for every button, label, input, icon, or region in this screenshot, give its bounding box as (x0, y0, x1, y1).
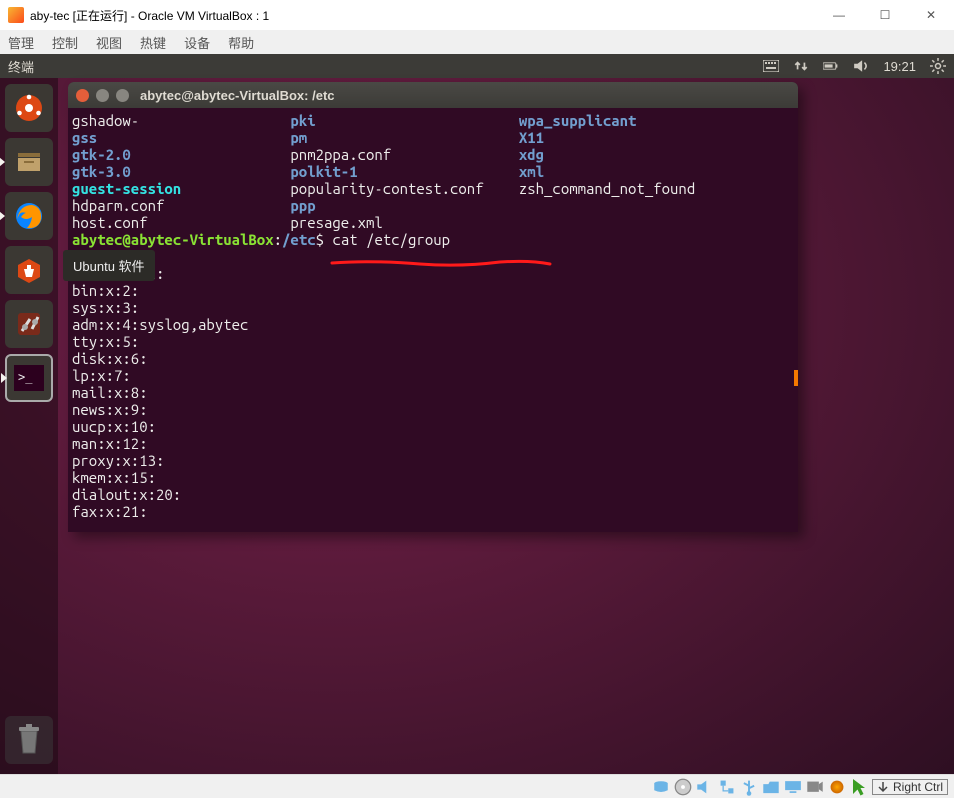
status-net-icon[interactable] (718, 779, 736, 795)
menu-hotkeys[interactable]: 热键 (140, 33, 166, 52)
ls-output-row: gshadow-gssgtk-2.0gtk-3.0guest-sessionhd… (72, 112, 794, 231)
prompt-command: cat /etc/group (332, 231, 450, 248)
ubuntu-topbar: 终端 19:21 (0, 54, 954, 78)
vbox-menubar: 管理 控制 视图 热键 设备 帮助 (0, 30, 954, 54)
output-line: uucp:x:10: (72, 418, 794, 435)
ls-entry: guest-session (72, 180, 282, 197)
output-line: fax:x:21: (72, 503, 794, 520)
status-hdd-icon[interactable] (652, 779, 670, 795)
status-seamless-icon[interactable] (828, 779, 846, 795)
launcher-trash[interactable] (5, 716, 53, 764)
gear-icon[interactable] (930, 59, 946, 73)
cat-output: root:x:0:daemon:x:1:bin:x:2:sys:x:3:adm:… (72, 248, 794, 520)
annotation-underline (330, 253, 552, 261)
ubuntu-desktop: 终端 19:21 Ubuntu 软件 >_ (0, 54, 954, 774)
status-display-icon[interactable] (784, 779, 802, 795)
terminal-close-button[interactable] (76, 89, 89, 102)
ls-entry: polkit-1 (290, 163, 510, 180)
ls-entry: gss (72, 129, 282, 146)
menu-help[interactable]: 帮助 (228, 33, 254, 52)
ls-entry: popularity-contest.conf (290, 180, 510, 197)
ls-entry: gshadow- (72, 112, 282, 129)
menu-manage[interactable]: 管理 (8, 33, 34, 52)
vbox-app-icon (8, 7, 24, 23)
ls-entry: gtk-2.0 (72, 146, 282, 163)
status-cd-icon[interactable] (674, 779, 692, 795)
ls-entry: ppp (290, 197, 510, 214)
launcher-dash[interactable] (5, 84, 53, 132)
topbar-clock[interactable]: 19:21 (883, 59, 916, 74)
status-usb-icon[interactable] (740, 779, 758, 795)
launcher-settings[interactable] (5, 300, 53, 348)
output-line: bin:x:2: (72, 282, 794, 299)
output-line: news:x:9: (72, 401, 794, 418)
vbox-statusbar: Right Ctrl (0, 774, 954, 798)
menu-control[interactable]: 控制 (52, 33, 78, 52)
launcher-ubuntu-software[interactable]: Ubuntu 软件 (5, 246, 53, 294)
status-shared-icon[interactable] (762, 779, 780, 795)
menu-view[interactable]: 视图 (96, 33, 122, 52)
output-line: dialout:x:20: (72, 486, 794, 503)
prompt-symbol: $ (316, 231, 324, 248)
prompt-path: /etc (282, 231, 316, 248)
topbar-app-label[interactable]: 终端 (8, 57, 34, 76)
minimize-button[interactable]: — (816, 0, 862, 30)
keyboard-indicator-icon[interactable] (763, 59, 779, 73)
menu-devices[interactable]: 设备 (184, 33, 210, 52)
output-line: man:x:12: (72, 435, 794, 452)
ls-entry: hdparm.conf (72, 197, 282, 214)
terminal-window: abytec@abytec-VirtualBox: /etc gshadow-g… (68, 82, 798, 532)
launcher-firefox[interactable] (5, 192, 53, 240)
vbox-window-buttons: — ☐ ✕ (816, 0, 954, 30)
ls-entry: gtk-3.0 (72, 163, 282, 180)
ls-entry: xml (519, 163, 695, 180)
output-line: kmem:x:15: (72, 469, 794, 486)
terminal-body[interactable]: gshadow-gssgtk-2.0gtk-3.0guest-sessionhd… (68, 108, 798, 532)
ls-entry: pm (290, 129, 510, 146)
status-host-key[interactable]: Right Ctrl (872, 779, 948, 795)
network-icon[interactable] (793, 59, 809, 73)
terminal-titlebar[interactable]: abytec@abytec-VirtualBox: /etc (68, 82, 798, 108)
svg-text:>_: >_ (18, 370, 33, 384)
host-key-label: Right Ctrl (893, 780, 943, 794)
arrow-down-icon (877, 781, 889, 793)
vbox-titlebar: aby-tec [正在运行] - Oracle VM VirtualBox : … (0, 0, 954, 30)
status-record-icon[interactable] (806, 779, 824, 795)
ls-entry: zsh_command_not_found (519, 180, 695, 197)
status-mouse-icon[interactable] (850, 779, 868, 795)
output-line: sys:x:3: (72, 299, 794, 316)
output-line: proxy:x:13: (72, 452, 794, 469)
launcher-tooltip: Ubuntu 软件 (63, 250, 155, 281)
battery-icon[interactable] (823, 59, 839, 73)
ls-entry: X11 (519, 129, 695, 146)
output-line: adm:x:4:syslog,abytec (72, 316, 794, 333)
ls-entry: xdg (519, 146, 695, 163)
terminal-title: abytec@abytec-VirtualBox: /etc (140, 88, 335, 103)
ls-entry: presage.xml (290, 214, 510, 231)
output-line: mail:x:8: (72, 384, 794, 401)
close-button[interactable]: ✕ (908, 0, 954, 30)
prompt-line: abytec@abytec-VirtualBox:/etc$ cat /etc/… (72, 231, 794, 248)
window-edge-highlight (794, 370, 798, 386)
status-audio-icon[interactable] (696, 779, 714, 795)
terminal-minimize-button[interactable] (96, 89, 109, 102)
vbox-window-title: aby-tec [正在运行] - Oracle VM VirtualBox : … (30, 7, 816, 24)
output-line: lp:x:7: (72, 367, 794, 384)
output-line: tty:x:5: (72, 333, 794, 350)
output-line: disk:x:6: (72, 350, 794, 367)
ls-entry: pnm2ppa.conf (290, 146, 510, 163)
prompt-userhost: abytec@abytec-VirtualBox (72, 231, 274, 248)
ls-entry: host.conf (72, 214, 282, 231)
launcher-terminal[interactable]: >_ (5, 354, 53, 402)
ls-entry: wpa_supplicant (519, 112, 695, 129)
unity-launcher: Ubuntu 软件 >_ (0, 78, 58, 774)
terminal-maximize-button[interactable] (116, 89, 129, 102)
ls-entry: pki (290, 112, 510, 129)
output-line: daemon:x:1: (72, 265, 794, 282)
maximize-button[interactable]: ☐ (862, 0, 908, 30)
volume-icon[interactable] (853, 59, 869, 73)
launcher-files[interactable] (5, 138, 53, 186)
